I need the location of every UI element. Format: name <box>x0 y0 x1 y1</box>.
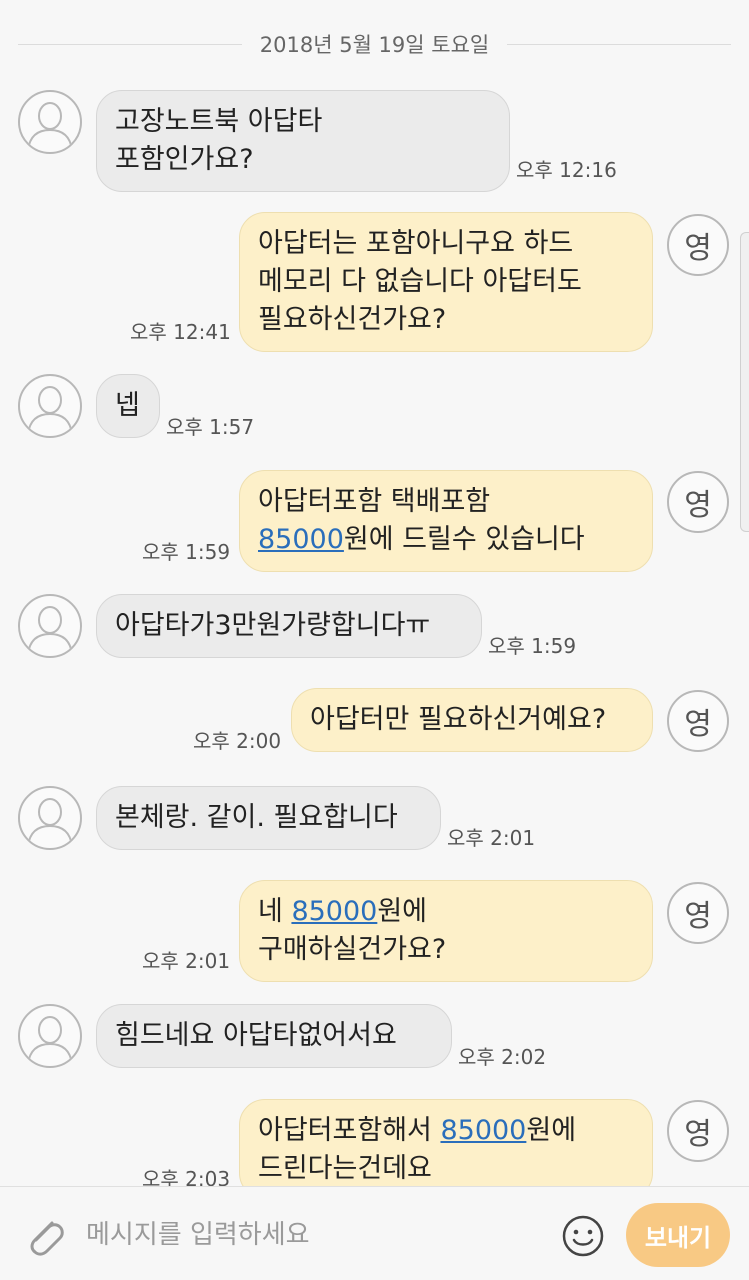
incoming-message-bubble[interactable]: 본체랑. 같이. 필요합니다 <box>96 786 441 850</box>
message-text: 아답터포함해서 <box>258 1115 441 1146</box>
message-text: 고장노트북 아답타 <box>115 106 323 137</box>
outgoing-message-bubble[interactable]: 아답터포함 택배포함 85000원에 드릴수 있습니다 <box>239 470 653 572</box>
my-profile-badge: 영 <box>667 471 729 533</box>
paperclip-icon <box>30 1221 64 1256</box>
message-text: 드린다는건데요 <box>258 1153 432 1184</box>
sender-avatar[interactable] <box>18 374 82 438</box>
message-text: 아답타가3만원가량합니다ㅠ <box>115 610 431 641</box>
message-timestamp: 오후 1:59 <box>142 540 231 564</box>
person-silhouette-icon <box>27 606 73 655</box>
message-text: 원에 드릴수 있습니다 <box>343 524 585 555</box>
person-silhouette-icon <box>27 386 73 435</box>
message-timestamp: 오후 2:01 <box>447 826 536 850</box>
person-silhouette-icon <box>27 798 73 847</box>
message-text: 네 <box>258 896 292 927</box>
outgoing-message-bubble[interactable]: 네 85000원에 구매하실건가요? <box>239 880 653 982</box>
smiley-icon <box>562 1215 604 1257</box>
person-silhouette-icon <box>27 102 73 151</box>
incoming-message-bubble[interactable]: 아답타가3만원가량합니다ㅠ <box>96 594 482 658</box>
message-input-bar: 보내기 <box>0 1186 749 1280</box>
message-text: 원에 <box>377 896 428 927</box>
incoming-message-bubble[interactable]: 넵 <box>96 374 160 438</box>
price-link[interactable]: 85000 <box>440 1115 526 1146</box>
my-profile-badge: 영 <box>667 1100 729 1162</box>
incoming-message-bubble[interactable]: 힘드네요 아답타없어서요 <box>96 1004 452 1068</box>
price-link[interactable]: 85000 <box>258 524 344 555</box>
message-timestamp: 오후 1:59 <box>488 634 577 658</box>
message-text: 필요하신건가요? <box>258 304 447 335</box>
message-text: 구매하실건가요? <box>258 934 447 965</box>
message-timestamp: 오후 2:02 <box>458 1045 547 1069</box>
scroll-handle[interactable] <box>740 232 749 532</box>
message-timestamp: 오후 2:00 <box>193 729 282 753</box>
my-profile-badge: 영 <box>667 214 729 276</box>
attach-button[interactable] <box>22 1213 68 1263</box>
price-link[interactable]: 85000 <box>291 896 377 927</box>
message-timestamp: 오후 2:01 <box>142 949 231 973</box>
emoji-button[interactable] <box>560 1213 606 1263</box>
message-timestamp: 오후 1:57 <box>166 415 255 439</box>
sender-avatar[interactable] <box>18 786 82 850</box>
sender-avatar[interactable] <box>18 1004 82 1068</box>
date-divider: 2018년 5월 19일 토요일 <box>18 26 731 62</box>
message-input[interactable] <box>84 1211 548 1259</box>
sender-avatar[interactable] <box>18 594 82 658</box>
message-text: 메모리 다 없습니다 아답터도 <box>258 266 582 297</box>
message-text: 본체랑. 같이. 필요합니다 <box>115 802 398 833</box>
message-text: 아답터는 포함아니구요 하드 <box>258 228 574 259</box>
message-text: 아답터포함 택배포함 <box>258 486 491 517</box>
message-timestamp: 오후 12:16 <box>516 158 617 182</box>
sender-avatar[interactable] <box>18 90 82 154</box>
message-timestamp: 오후 12:41 <box>130 320 231 344</box>
outgoing-message-bubble[interactable]: 아답터만 필요하신거예요? <box>291 688 653 752</box>
my-profile-badge: 영 <box>667 882 729 944</box>
incoming-message-bubble[interactable]: 고장노트북 아답타 포함인가요? <box>96 90 510 192</box>
message-text: 원에 <box>526 1115 577 1146</box>
message-text: 넵 <box>115 390 140 421</box>
message-text: 힘드네요 아답타없어서요 <box>115 1020 397 1051</box>
my-profile-badge: 영 <box>667 690 729 752</box>
message-text: 포함인가요? <box>115 144 254 175</box>
outgoing-message-bubble[interactable]: 아답터는 포함아니구요 하드 메모리 다 없습니다 아답터도 필요하신건가요? <box>239 212 653 352</box>
person-silhouette-icon <box>27 1016 73 1065</box>
date-label: 2018년 5월 19일 토요일 <box>259 33 490 57</box>
message-text: 아답터만 필요하신거예요? <box>310 704 607 735</box>
outgoing-message-bubble[interactable]: 아답터포함해서 85000원에 드린다는건데요 <box>239 1099 653 1199</box>
send-button[interactable]: 보내기 <box>626 1203 730 1267</box>
